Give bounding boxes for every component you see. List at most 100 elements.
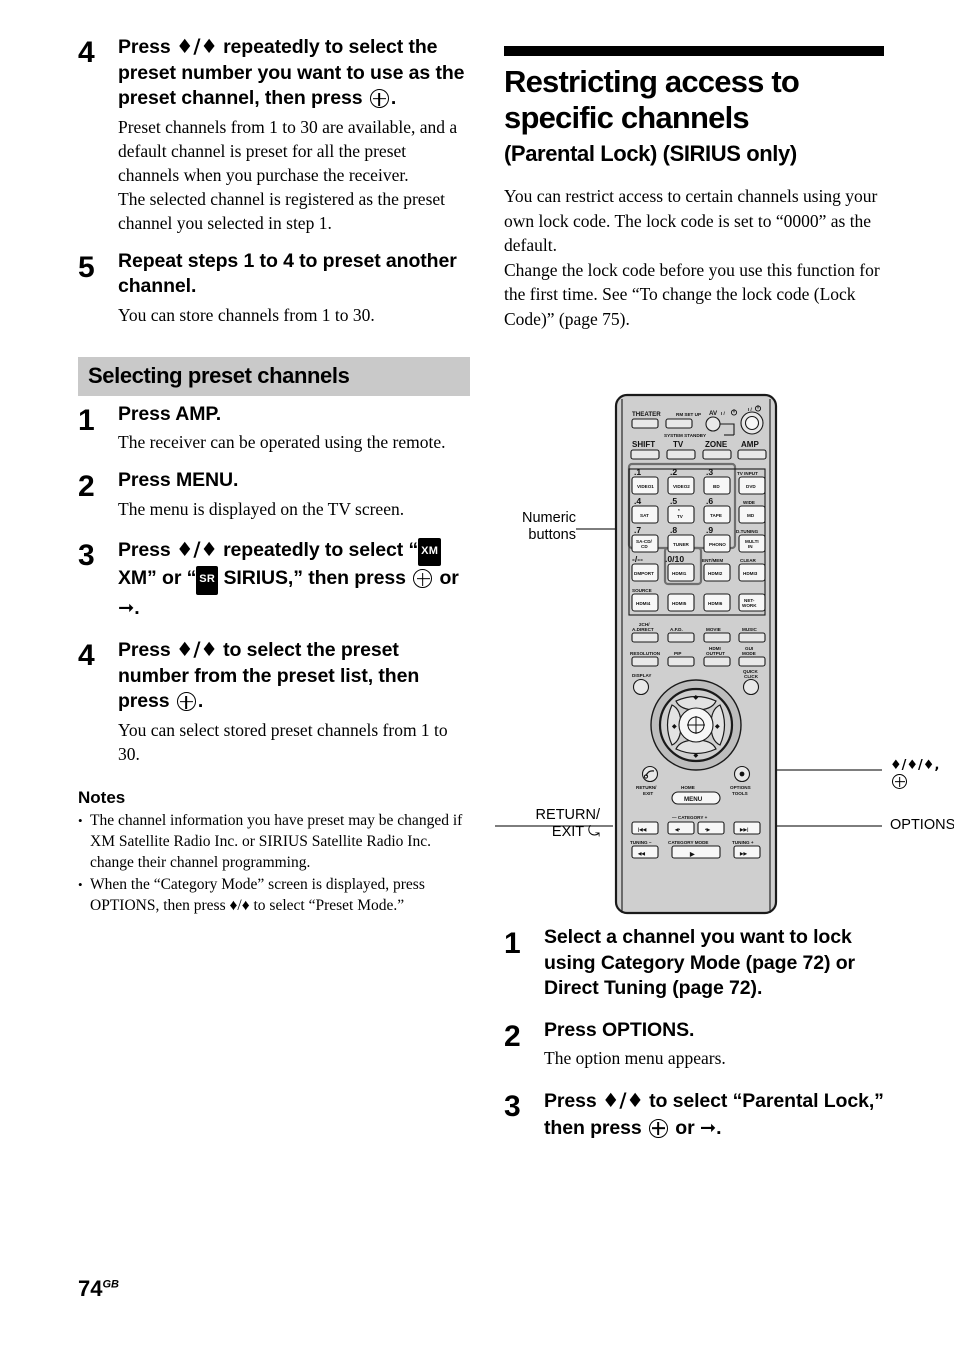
left-column: 4 Press ♦/♦ repeatedly to select the pre… xyxy=(78,34,470,917)
step-title-post: . xyxy=(390,87,397,109)
section-step-1-press-amp: 1 Press AMP. The receiver can be operate… xyxy=(78,402,470,455)
svg-text:HDMI6: HDMI6 xyxy=(708,601,723,606)
svg-text:MOVIE: MOVIE xyxy=(706,627,721,632)
svg-text:RESOLUTION: RESOLUTION xyxy=(630,651,661,656)
step-title: Press ♦/♦ repeatedly to select “XM XM” o… xyxy=(118,537,470,622)
lock-step-3-select-parental-lock: 3 Press ♦/♦ to select “Parental Lock,” t… xyxy=(504,1088,886,1141)
callout-nav-arrows: ♦/♦/♦, xyxy=(890,757,954,791)
step-number: 4 xyxy=(78,639,95,672)
step-title: Press AMP. xyxy=(118,402,222,425)
svg-text:◆: ◆ xyxy=(693,752,699,759)
svg-text:.5: .5 xyxy=(670,496,677,506)
manual-page: 4 Press ♦/♦ repeatedly to select the pre… xyxy=(0,0,954,1352)
title-fragment: . xyxy=(716,1116,722,1139)
svg-text:◆: ◆ xyxy=(671,723,677,730)
step-title: Repeat steps 1 to 4 to preset another ch… xyxy=(118,249,457,298)
callout-line: buttons xyxy=(528,527,576,543)
paragraph: The menu is displayed on the TV screen. xyxy=(118,498,405,519)
callout-line: RETURN/ xyxy=(535,807,600,823)
step-description: You can select stored preset channels fr… xyxy=(118,718,470,766)
svg-text:HDMI3: HDMI3 xyxy=(743,571,758,576)
svg-text:HDMI2: HDMI2 xyxy=(708,571,723,576)
svg-text:WORK: WORK xyxy=(742,603,757,608)
step-number: 1 xyxy=(504,927,521,960)
title-fragment: repeatedly to select “ xyxy=(217,538,419,561)
up-down-arrow-icon: ♦/♦ xyxy=(601,1089,644,1112)
step-5-repeat: 5 Repeat steps 1 to 4 to preset another … xyxy=(78,249,470,327)
svg-text:MENU: MENU xyxy=(684,796,703,803)
svg-text:.7: .7 xyxy=(634,525,641,535)
svg-text:ZONE: ZONE xyxy=(705,440,728,449)
up-down-arrow-icon: ♦/♦ xyxy=(175,537,218,561)
return-arrow-icon: ⤿ xyxy=(587,824,600,840)
svg-text:.0/10: .0/10 xyxy=(665,554,684,564)
step-number: 1 xyxy=(78,403,95,437)
callout-line xyxy=(890,774,954,791)
svg-text:▶: ▶ xyxy=(689,851,695,858)
svg-text:MUSIC: MUSIC xyxy=(742,627,757,632)
step-description: The menu is displayed on the TV screen. xyxy=(118,497,470,521)
svg-text:◆: ◆ xyxy=(693,694,699,701)
up-down-arrow-icon: ♦/♦ xyxy=(175,35,218,58)
svg-text:WIDE: WIDE xyxy=(743,500,755,505)
enter-button-icon xyxy=(648,1118,668,1138)
right-column: Restricting access to specific channels … xyxy=(504,46,884,331)
page-title: Restricting access to specific channels xyxy=(504,64,800,135)
svg-text:OUTPUT: OUTPUT xyxy=(706,651,725,656)
enter-button-icon xyxy=(413,569,433,588)
page-region: GB xyxy=(102,1278,119,1291)
leader-line-nav xyxy=(776,769,882,771)
title-fragment: . xyxy=(134,596,140,619)
paragraph: You can store channels from 1 to 30. xyxy=(118,304,375,325)
section-header-selecting-preset-channels: Selecting preset channels xyxy=(78,356,470,396)
page-number: 74 xyxy=(78,1276,103,1301)
title-fragment: or xyxy=(434,567,459,589)
paragraph: You can select stored preset channels fr… xyxy=(118,719,448,764)
svg-text:EXIT: EXIT xyxy=(643,791,653,796)
svg-text:PHONO: PHONO xyxy=(709,542,726,547)
step-title: Press ♦/♦ to select the preset number fr… xyxy=(118,637,470,715)
svg-text:SAT: SAT xyxy=(640,513,649,518)
svg-text:ENT/MEM: ENT/MEM xyxy=(702,558,723,563)
title-fragment: . xyxy=(197,690,204,712)
svg-text:.6: .6 xyxy=(706,496,713,506)
svg-text:A.F.D.: A.F.D. xyxy=(670,627,683,632)
svg-text:MODE: MODE xyxy=(742,651,756,656)
svg-text:TAPE: TAPE xyxy=(710,513,722,518)
remote-control-figure: Numeric buttons RETURN/ EXIT ⤿ ♦/♦/♦, OP… xyxy=(495,385,954,925)
svg-text:D.TUNING: D.TUNING xyxy=(736,529,759,534)
notes-heading: Notes xyxy=(78,787,126,807)
svg-text:VIDEO2: VIDEO2 xyxy=(673,484,690,489)
svg-text:▶▶|: ▶▶| xyxy=(739,827,749,832)
paragraph: You can restrict access to certain chann… xyxy=(504,186,878,255)
step-number: 3 xyxy=(504,1090,521,1123)
paragraph: The option menu appears. xyxy=(544,1048,726,1068)
svg-text:DVD: DVD xyxy=(746,484,756,489)
step-title: Press MENU. xyxy=(118,469,239,491)
paragraph: Change the lock code before you use this… xyxy=(504,259,880,329)
callout-line: Numeric xyxy=(522,510,576,526)
sirius-badge-icon: SR xyxy=(196,566,219,595)
svg-text:TOOLS: TOOLS xyxy=(732,791,748,796)
svg-text:|◀◀: |◀◀ xyxy=(638,827,647,832)
callout-options: OPTIONS xyxy=(890,817,954,834)
xm-badge-icon: XM xyxy=(418,537,442,566)
svg-text:MD: MD xyxy=(747,513,755,518)
page-subtitle: (Parental Lock) (SIRIUS only) xyxy=(504,141,797,166)
svg-text:DISPLAY: DISPLAY xyxy=(632,673,652,678)
leader-line-options xyxy=(776,825,882,827)
right-column-steps: 1 Select a channel you want to lock usin… xyxy=(504,925,886,1143)
svg-text:RM SET UP: RM SET UP xyxy=(676,412,701,417)
step-number: 4 xyxy=(78,36,95,69)
svg-text:HDMI4: HDMI4 xyxy=(636,601,651,606)
svg-text:VIDEO1: VIDEO1 xyxy=(637,484,654,489)
title-fragment: Press xyxy=(118,538,176,561)
svg-text:CD: CD xyxy=(641,544,648,549)
section-step-2-press-menu: 2 Press MENU. The menu is displayed on t… xyxy=(78,468,470,521)
callout-line: OPTIONS xyxy=(890,817,954,833)
svg-text:CLICK: CLICK xyxy=(744,674,759,679)
right-arrow-icon: ➞ xyxy=(699,1115,717,1139)
section-step-3-select-xm-sirius: 3 Press ♦/♦ repeatedly to select “XM XM”… xyxy=(78,537,470,622)
note-list-item: The channel information you have preset … xyxy=(78,810,470,873)
paragraph: The selected channel is registered as th… xyxy=(118,188,446,233)
